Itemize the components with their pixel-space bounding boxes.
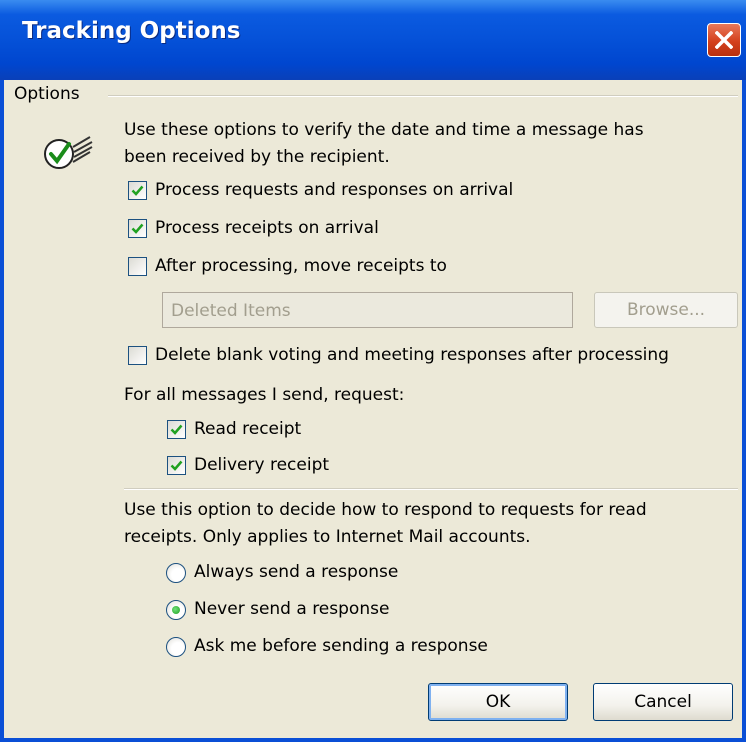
options-separator (108, 95, 738, 97)
intro-text-line2: been received by the recipient. (124, 147, 390, 167)
respond-text-line1: Use this option to decide how to respond… (124, 500, 647, 520)
tracking-check-icon (44, 136, 93, 169)
cancel-button[interactable]: Cancel (593, 683, 733, 721)
dialog-body: Options Use these options to verify the … (4, 80, 742, 738)
process-requests-label[interactable]: Process requests and responses on arriva… (155, 180, 513, 200)
process-requests-checkbox[interactable] (128, 181, 147, 200)
move-receipts-checkbox[interactable] (128, 257, 147, 276)
dialog-title: Tracking Options (22, 18, 241, 44)
process-receipts-checkbox[interactable] (128, 219, 147, 238)
always-send-radio[interactable] (166, 563, 186, 583)
delete-blank-responses-checkbox[interactable] (128, 346, 147, 365)
radio-selected-dot (172, 606, 180, 614)
process-receipts-label[interactable]: Process receipts on arrival (155, 218, 379, 238)
delete-blank-responses-label[interactable]: Delete blank voting and meeting response… (155, 345, 669, 365)
dialog-window: Tracking Options Options Use these optio… (0, 0, 746, 742)
ask-before-send-label[interactable]: Ask me before sending a response (194, 636, 488, 656)
never-send-label[interactable]: Never send a response (194, 599, 389, 619)
title-bar[interactable]: Tracking Options (0, 0, 746, 80)
always-send-label[interactable]: Always send a response (194, 562, 398, 582)
never-send-radio[interactable] (166, 600, 186, 620)
read-receipt-checkbox[interactable] (167, 420, 186, 439)
receipts-folder-field: Deleted Items (162, 292, 573, 328)
read-receipt-label[interactable]: Read receipt (194, 419, 301, 439)
checkmark-icon (170, 460, 183, 471)
browse-button: Browse... (594, 292, 738, 328)
options-group-label: Options (14, 84, 80, 104)
intro-text-line1: Use these options to verify the date and… (124, 120, 644, 140)
respond-text-line2: receipts. Only applies to Internet Mail … (124, 527, 531, 547)
delivery-receipt-label[interactable]: Delivery receipt (194, 455, 329, 475)
receipts-folder-value: Deleted Items (171, 301, 291, 321)
checkmark-icon (170, 424, 183, 435)
ok-button[interactable]: OK (428, 683, 568, 721)
close-icon (715, 31, 733, 49)
move-receipts-label[interactable]: After processing, move receipts to (155, 256, 447, 276)
delivery-receipt-checkbox[interactable] (167, 456, 186, 475)
request-heading: For all messages I send, request: (124, 385, 405, 405)
close-button[interactable] (707, 23, 741, 57)
checkmark-icon (131, 223, 144, 234)
ask-before-send-radio[interactable] (166, 637, 186, 657)
checkmark-icon (131, 185, 144, 196)
section-separator (124, 488, 738, 490)
